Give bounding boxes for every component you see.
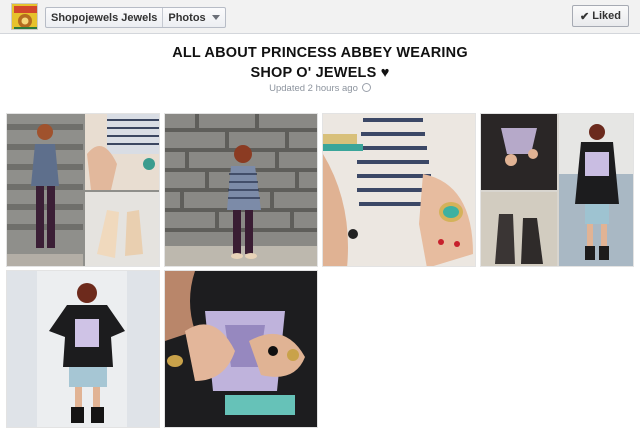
album-title-line-2: SHOP O' JEWELS ♥ bbox=[250, 65, 390, 81]
album-photo-3[interactable] bbox=[322, 113, 476, 267]
outfit-collage-photo-icon bbox=[7, 114, 159, 266]
globe-icon bbox=[361, 82, 371, 92]
page-name-label: Shopojewels Jewels bbox=[51, 12, 158, 24]
page-header-bar: Shopojewels Jewels Photos ✔ Liked bbox=[0, 0, 640, 34]
white-wall-outfit-photo-icon bbox=[7, 271, 159, 427]
album-photo-6[interactable] bbox=[164, 270, 318, 428]
album-photo-4[interactable] bbox=[480, 113, 634, 267]
jewelry-closeup-photo-icon bbox=[323, 114, 475, 266]
album-photo-1[interactable] bbox=[6, 113, 160, 267]
album-photo-5[interactable] bbox=[6, 270, 160, 428]
breadcrumb: Shopojewels Jewels Photos bbox=[45, 7, 226, 28]
album-updated-info: Updated 2 hours ago bbox=[0, 82, 640, 94]
photos-dropdown-label: Photos bbox=[168, 12, 206, 24]
brick-wall-outfit-photo-icon bbox=[165, 114, 317, 266]
rings-closeup-photo-icon bbox=[165, 271, 317, 427]
liked-button-label: Liked bbox=[592, 10, 621, 22]
updated-timestamp[interactable]: Updated 2 hours ago bbox=[269, 83, 358, 94]
photos-dropdown[interactable]: Photos bbox=[162, 8, 224, 27]
album-photo-2[interactable] bbox=[164, 113, 318, 267]
album-title: ALL ABOUT PRINCESS ABBEY WEARING SHOP O'… bbox=[0, 43, 640, 83]
chevron-down-icon bbox=[211, 14, 220, 20]
checkmark-icon: ✔ bbox=[580, 10, 590, 23]
breadcrumb-page-link[interactable]: Shopojewels Jewels bbox=[46, 8, 162, 27]
black-top-collage-photo-icon bbox=[481, 114, 633, 266]
album-title-line-1: ALL ABOUT PRINCESS ABBEY WEARING bbox=[172, 45, 468, 61]
page-profile-picture[interactable] bbox=[11, 3, 38, 30]
liked-button[interactable]: ✔ Liked bbox=[572, 5, 629, 27]
